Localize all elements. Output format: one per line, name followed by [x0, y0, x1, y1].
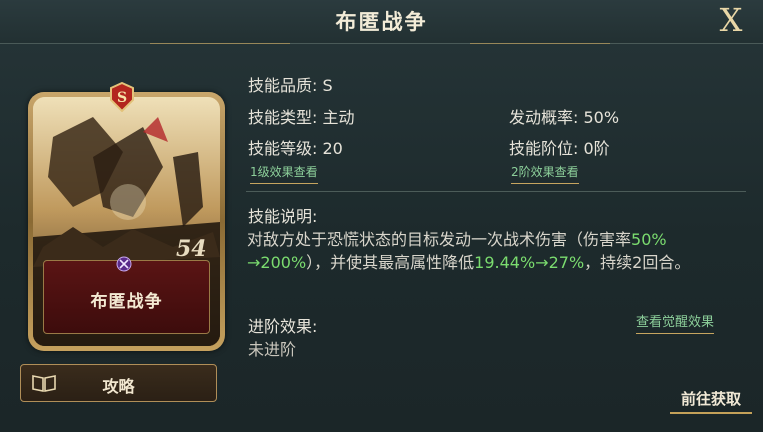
- card-art-number: 54: [176, 236, 207, 262]
- view-awaken-effect-link[interactable]: 查看觉醒效果: [636, 311, 715, 334]
- card-name: 布匿战争: [90, 292, 163, 312]
- section-divider: [246, 191, 746, 192]
- advance-effect-title: 进阶效果:: [248, 317, 318, 336]
- desc-text-3: ，持续2回合。: [584, 253, 691, 272]
- skill-description: 对敌方处于恐慌状态的目标发动一次战术伤害（伤害率50% →200%），并使其最高…: [247, 228, 737, 274]
- desc-value-3: 19.44%→27%: [474, 253, 585, 272]
- desc-text-2: ），并使其最高属性降低: [306, 253, 475, 272]
- go-obtain-button[interactable]: 前往获取: [670, 388, 752, 414]
- skill-card-inner: 布匿战争: [33, 97, 220, 346]
- svg-text:S: S: [117, 90, 127, 106]
- dialog-title: 布匿战争: [335, 10, 428, 34]
- desc-text-1: 对敌方处于恐慌状态的目标发动一次战术伤害（伤害率: [247, 230, 632, 249]
- strategy-button-label: 攻略: [102, 377, 135, 396]
- title-deco-right: [470, 43, 610, 44]
- title-bar: 布匿战争 X: [0, 0, 763, 44]
- skill-card: 布匿战争: [28, 92, 225, 351]
- skill-level: 技能等级: 20: [248, 139, 343, 158]
- title-deco-left: [150, 43, 290, 44]
- skill-desc-title: 技能说明:: [248, 207, 318, 226]
- stage2-effect-link[interactable]: 2阶效果查看: [511, 163, 579, 184]
- advance-effect-value: 未进阶: [248, 340, 297, 359]
- attack-type-icon: [116, 256, 132, 272]
- skill-type: 技能类型: 主动: [248, 108, 355, 127]
- level1-effect-link[interactable]: 1级效果查看: [250, 163, 318, 184]
- skill-stage: 技能阶位: 0阶: [509, 139, 610, 158]
- skill-quality: 技能品质: S: [248, 76, 333, 95]
- rank-s-badge-icon: S: [110, 82, 134, 112]
- desc-value-1: 50%: [631, 230, 667, 249]
- desc-value-2: →200%: [247, 253, 307, 272]
- skill-dialog: 布匿战争 X 布匿战争 54 S 攻略 技能品质: S 技能类型: 主动 发动概…: [0, 0, 763, 432]
- skill-trigger-rate: 发动概率: 50%: [509, 108, 620, 127]
- close-button[interactable]: X: [713, 0, 749, 40]
- strategy-button[interactable]: 攻略: [20, 364, 217, 402]
